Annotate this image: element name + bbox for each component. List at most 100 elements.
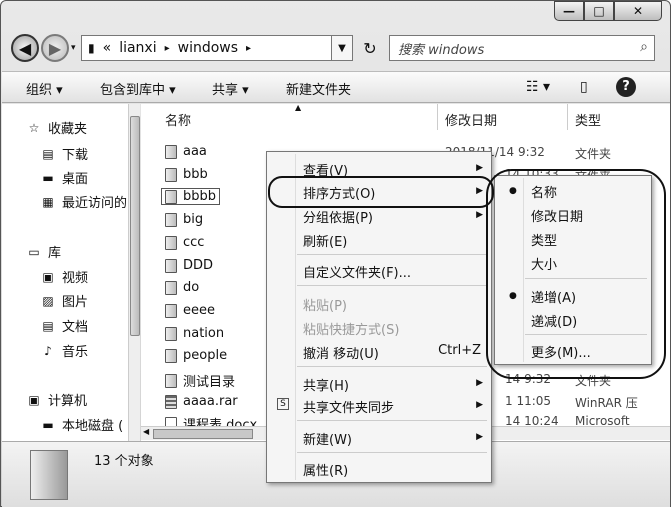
submenu-arrow-icon: ▶ bbox=[476, 432, 483, 442]
download-folder-icon: ▤ bbox=[42, 146, 54, 161]
column-header-name[interactable]: 名称 bbox=[165, 110, 191, 129]
preview-pane-icon[interactable]: ▯ bbox=[580, 79, 588, 95]
file-name: bbb bbox=[183, 167, 208, 182]
breadcrumb-sep-icon[interactable]: ▸ bbox=[165, 43, 170, 54]
column-header-date[interactable]: 修改日期 bbox=[445, 110, 497, 129]
minimize-button[interactable]: — bbox=[554, 1, 584, 21]
nav-scrollbar[interactable] bbox=[128, 104, 140, 441]
explorer-window: — □ ✕ ◀ ▶ ▾ ▮ « lianxi ▸ windows ▸ ▼ ↻ 搜… bbox=[0, 0, 671, 507]
nav-label: 计算机 bbox=[48, 394, 88, 409]
breadcrumb-sep-icon[interactable]: ▸ bbox=[246, 43, 251, 54]
nav-label: 音乐 bbox=[62, 345, 89, 360]
navigation-pane: ☆ 收藏夹 ▤ 下载 ▬ 桌面 ▦ 最近访问的 ▭ 库 ▣ 视频 ▨ 图片 ▤ 文档 ♪ 音乐 ▣… bbox=[2, 104, 140, 441]
menu-item-paste[interactable]: 粘贴(P) bbox=[303, 295, 347, 314]
folder-icon bbox=[165, 258, 177, 273]
menu-separator bbox=[297, 366, 487, 367]
video-icon: ▣ bbox=[42, 269, 54, 284]
menu-item-share[interactable]: 共享(H) bbox=[303, 375, 349, 394]
file-name: DDD bbox=[183, 258, 214, 273]
new-folder-button[interactable]: 新建文件夹 bbox=[286, 79, 351, 98]
include-in-library-menu[interactable]: 包含到库中 ▾ bbox=[100, 79, 176, 98]
drive-icon: ▬ bbox=[42, 417, 54, 432]
refresh-button[interactable]: ↻ bbox=[357, 35, 383, 61]
address-bar[interactable]: ▮ « lianxi ▸ windows ▸ bbox=[81, 35, 353, 61]
menu-item-paste-shortcut[interactable]: 粘贴快捷方式(S) bbox=[303, 319, 399, 338]
list-item[interactable]: DDD bbox=[165, 258, 213, 273]
list-item-selected[interactable]: bbbb bbox=[160, 188, 221, 205]
list-item[interactable]: aaa bbox=[165, 144, 207, 159]
column-header-type[interactable]: 类型 bbox=[575, 110, 601, 129]
organize-menu[interactable]: 组织 ▾ bbox=[26, 79, 63, 98]
menu-item-sync[interactable]: 共享文件夹同步 bbox=[303, 397, 394, 416]
list-item[interactable]: big bbox=[165, 212, 203, 227]
nav-music[interactable]: ♪ 音乐 bbox=[40, 341, 89, 361]
list-item[interactable]: 测试目录 bbox=[165, 371, 235, 390]
search-input[interactable]: 搜索 windows bbox=[398, 39, 484, 58]
nav-recent[interactable]: ▦ 最近访问的 bbox=[40, 192, 127, 212]
annotation-oval-submenu bbox=[486, 169, 666, 379]
folder-icon bbox=[165, 144, 177, 159]
share-menu[interactable]: 共享 ▾ bbox=[212, 79, 249, 98]
breadcrumb-lianxi[interactable]: lianxi bbox=[119, 40, 156, 56]
maximize-button[interactable]: □ bbox=[584, 1, 614, 21]
list-item[interactable]: do bbox=[165, 280, 199, 295]
view-options-icon[interactable]: ☷ ▾ bbox=[526, 79, 550, 95]
column-divider[interactable] bbox=[437, 104, 438, 130]
list-item[interactable]: aaaa.rar bbox=[165, 394, 238, 409]
menu-item-group[interactable]: 分组依据(P) bbox=[303, 207, 373, 226]
item-count: 13 个对象 bbox=[94, 454, 154, 469]
nav-computer[interactable]: ▣ 计算机 bbox=[26, 390, 88, 410]
nav-scroll-thumb[interactable] bbox=[130, 116, 140, 336]
date-cell: 1 11:05 bbox=[505, 394, 552, 408]
submenu-arrow-icon: ▶ bbox=[476, 400, 483, 410]
submenu-arrow-icon: ▶ bbox=[476, 378, 483, 388]
command-bar: 组织 ▾ 包含到库中 ▾ 共享 ▾ 新建文件夹 ☷ ▾ ▯ ? bbox=[2, 71, 670, 103]
nav-desktop[interactable]: ▬ 桌面 bbox=[40, 168, 88, 188]
menu-item-refresh[interactable]: 刷新(E) bbox=[303, 231, 347, 250]
menu-item-undo[interactable]: 撤消 移动(U) bbox=[303, 343, 379, 362]
menu-item-customize[interactable]: 自定义文件夹(F)... bbox=[303, 262, 411, 281]
list-item[interactable]: ccc bbox=[165, 235, 204, 250]
search-icon[interactable]: ⌕ bbox=[640, 39, 648, 55]
help-icon[interactable]: ? bbox=[616, 77, 636, 97]
nav-documents[interactable]: ▤ 文档 bbox=[40, 316, 88, 336]
forward-arrow-icon: ▶ bbox=[48, 38, 62, 58]
undo-shortcut: Ctrl+Z bbox=[438, 343, 481, 358]
list-item[interactable]: people bbox=[165, 348, 227, 363]
column-divider[interactable] bbox=[567, 104, 568, 130]
back-button[interactable]: ◀ bbox=[11, 34, 39, 62]
list-item[interactable]: nation bbox=[165, 326, 224, 341]
nav-favorites[interactable]: ☆ 收藏夹 bbox=[26, 118, 87, 138]
list-item[interactable]: eeee bbox=[165, 303, 215, 318]
scroll-left-icon[interactable]: ◀ bbox=[143, 427, 149, 436]
breadcrumb-windows[interactable]: windows bbox=[178, 40, 238, 56]
address-overflow-chevrons[interactable]: « bbox=[103, 40, 112, 56]
horizontal-scroll-thumb[interactable] bbox=[153, 429, 253, 439]
back-arrow-icon: ◀ bbox=[18, 38, 32, 58]
menu-item-new[interactable]: 新建(W) bbox=[303, 429, 352, 448]
nav-label: 视频 bbox=[62, 271, 89, 286]
forward-button[interactable]: ▶ bbox=[41, 34, 69, 62]
folder-icon bbox=[165, 280, 177, 295]
nav-local-disk[interactable]: ▬ 本地磁盘 ( bbox=[40, 415, 123, 435]
sync-icon: S bbox=[277, 398, 289, 410]
documents-icon: ▤ bbox=[42, 318, 54, 333]
close-button[interactable]: ✕ bbox=[614, 1, 662, 21]
file-name: bbbb bbox=[183, 189, 217, 204]
nav-library[interactable]: ▭ 库 bbox=[26, 242, 61, 262]
list-item[interactable]: bbb bbox=[165, 167, 208, 182]
address-dropdown-button[interactable]: ▼ bbox=[331, 35, 353, 61]
folder-icon bbox=[165, 212, 177, 227]
menu-item-properties[interactable]: 属性(R) bbox=[303, 460, 348, 479]
pictures-icon: ▨ bbox=[42, 293, 54, 308]
recent-pages-chevron-icon[interactable]: ▾ bbox=[71, 43, 76, 53]
nav-label: 图片 bbox=[62, 295, 89, 310]
menu-separator bbox=[297, 452, 487, 453]
search-box[interactable]: 搜索 windows ⌕ bbox=[389, 35, 655, 61]
music-icon: ♪ bbox=[44, 343, 52, 358]
nav-pictures[interactable]: ▨ 图片 bbox=[40, 291, 89, 311]
file-name: aaaa.rar bbox=[183, 394, 238, 409]
nav-videos[interactable]: ▣ 视频 bbox=[40, 267, 89, 287]
nav-downloads[interactable]: ▤ 下载 bbox=[40, 144, 88, 164]
folder-icon bbox=[165, 303, 177, 318]
